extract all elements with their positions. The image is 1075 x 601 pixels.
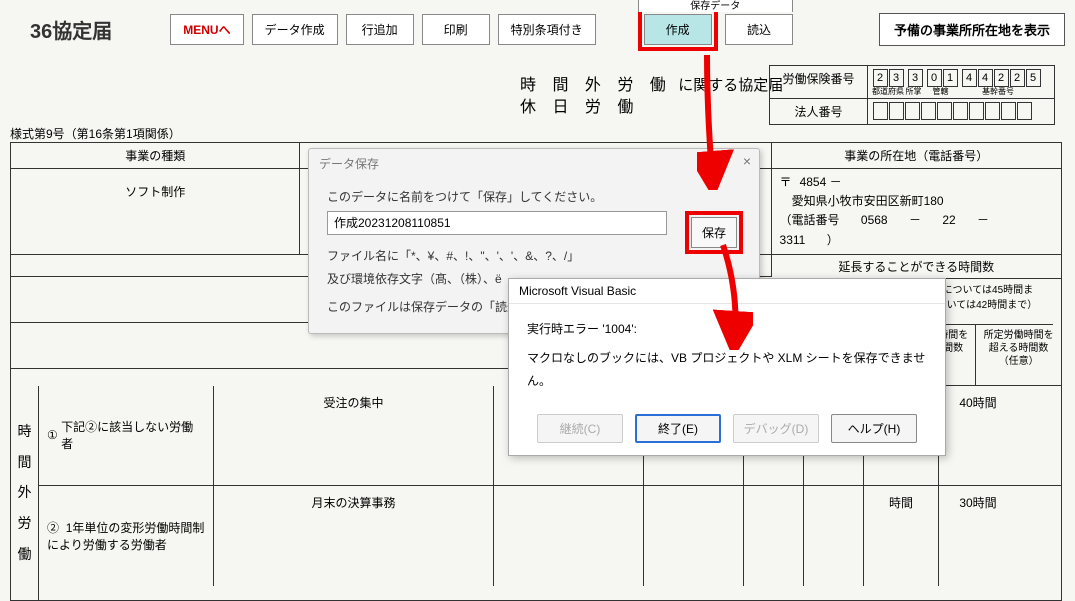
digit: 3 <box>889 69 904 87</box>
digit: 1 <box>943 69 958 87</box>
load-button[interactable]: 読込 <box>725 14 793 45</box>
saved-data-label: 保存データ <box>638 0 793 12</box>
reason-1: 受注の集中 <box>214 386 494 485</box>
ext-header: 延長することができる時間数 <box>772 255 1061 279</box>
tel-label: （電話番号 <box>780 213 840 227</box>
app-title: 36協定届 <box>30 15 112 44</box>
digit-empty <box>937 102 952 120</box>
data-create-button[interactable]: データ作成 <box>252 14 338 45</box>
digit-empty <box>953 102 968 120</box>
digit: 2 <box>873 69 888 87</box>
category-2: ② 1年単位の変形労働時間制により労働する労働者 <box>39 486 214 586</box>
vb-end-button[interactable]: 終了(E) <box>635 414 721 443</box>
digit-sub: 所掌 <box>904 88 923 96</box>
print-button[interactable]: 印刷 <box>422 14 490 45</box>
special-clause-button[interactable]: 特別条項付き <box>498 14 596 45</box>
form-number: 様式第9号（第16条第1項関係） <box>10 125 181 142</box>
digit-empty <box>921 102 936 120</box>
vb-error-msg: マクロなしのブックには、VB プロジェクトや XLM シートを保存できません。 <box>527 347 927 393</box>
labor-ins-label: 労働保険番号 <box>770 66 868 99</box>
create-button[interactable]: 作成 <box>644 14 712 45</box>
postal-code: 4854 <box>800 175 827 189</box>
hours-2-legal: 時間 <box>864 486 939 586</box>
tel-close: ） <box>827 233 839 247</box>
digit: 2 <box>1010 69 1025 87</box>
arrow-icon <box>713 240 753 350</box>
save-dialog-msg2: ファイル名に「*、¥、#、!、"、'、'、&、?、/」 <box>327 245 741 268</box>
tel-area: 0568 <box>861 213 888 227</box>
digit-sub: 都道府県 <box>872 88 904 96</box>
vb-help-button[interactable]: ヘルプ(H) <box>831 414 917 443</box>
digit-empty <box>985 102 1000 120</box>
tel-sep: － <box>977 213 989 227</box>
menu-button[interactable]: MENUへ <box>170 14 243 45</box>
tel-exchange: 22 <box>942 213 955 227</box>
digit-sub: 基幹番号 <box>958 88 1038 96</box>
hours-1-set: 40時間 <box>939 386 1017 485</box>
digit-empty <box>889 102 904 120</box>
tel-number: 3311 <box>780 233 806 247</box>
add-row-button[interactable]: 行追加 <box>346 14 414 45</box>
show-reserve-addr-button[interactable]: 予備の事業所所在地を表示 <box>879 13 1065 46</box>
save-dialog-msg1: このデータに名前をつけて「保存」してください。 <box>327 186 741 209</box>
title-line2: 休 日 労 働 <box>520 99 639 116</box>
reason-2: 月末の決算事務 <box>214 486 494 586</box>
biz-2 <box>494 486 644 586</box>
labor-ins-value: 2 3 3 0 1 4 4 2 2 5 都道府県 所掌 管 <box>868 66 1054 99</box>
save-dialog-title: データ保存 <box>309 149 759 178</box>
sub-h4: 所定労働時間を超える時間数（任意） <box>976 325 1061 386</box>
digit-empty <box>905 102 920 120</box>
address-line: 愛知県小牧市安田区新町180 <box>792 194 944 208</box>
h-2a <box>744 486 804 586</box>
digit-empty <box>969 102 984 120</box>
digit: 4 <box>962 69 977 87</box>
digit: 4 <box>978 69 993 87</box>
insurance-box: 労働保険番号 2 3 3 0 1 4 4 2 2 5 <box>769 65 1055 125</box>
address-block: 〒4854 － 愛知県小牧市安田区新町180 （電話番号 0568 － 22 －… <box>772 169 1061 255</box>
category-1: ① 下記②に該当しない労働者 <box>39 386 214 485</box>
digit: 3 <box>908 69 923 87</box>
tel-sep: － <box>909 213 921 227</box>
hours-2-set: 30時間 <box>939 486 1017 586</box>
corp-no-label: 法人番号 <box>770 99 868 124</box>
save-filename-input[interactable] <box>327 211 667 235</box>
arrow-icon <box>697 50 747 190</box>
digit: 0 <box>927 69 942 87</box>
digit-empty <box>1017 102 1032 120</box>
digit: 5 <box>1026 69 1041 87</box>
create-highlight: 作成 <box>638 8 718 51</box>
digit-empty <box>1001 102 1016 120</box>
title-line1: 時 間 外 労 働 <box>520 77 672 94</box>
col-header-type: 事業の種類 <box>11 143 300 169</box>
col-header-addr: 事業の所在地（電話番号） <box>772 143 1061 169</box>
vb-debug-button: デバッグ(D) <box>733 414 819 443</box>
h-2b <box>804 486 864 586</box>
saved-data-group: 保存データ 作成 読込 <box>638 8 793 51</box>
corp-no-value <box>868 99 1054 124</box>
num-2 <box>644 486 744 586</box>
digit: 2 <box>994 69 1009 87</box>
vb-continue-button: 継続(C) <box>537 414 623 443</box>
business-type: ソフト制作 <box>11 169 300 255</box>
toolbar: 36協定届 MENUへ データ作成 行追加 印刷 特別条項付き 保存データ 作成… <box>0 0 1075 55</box>
digit-sub: 管轄 <box>923 88 958 96</box>
digit-empty <box>873 102 888 120</box>
vertical-label: 時間外労働 <box>11 386 39 600</box>
